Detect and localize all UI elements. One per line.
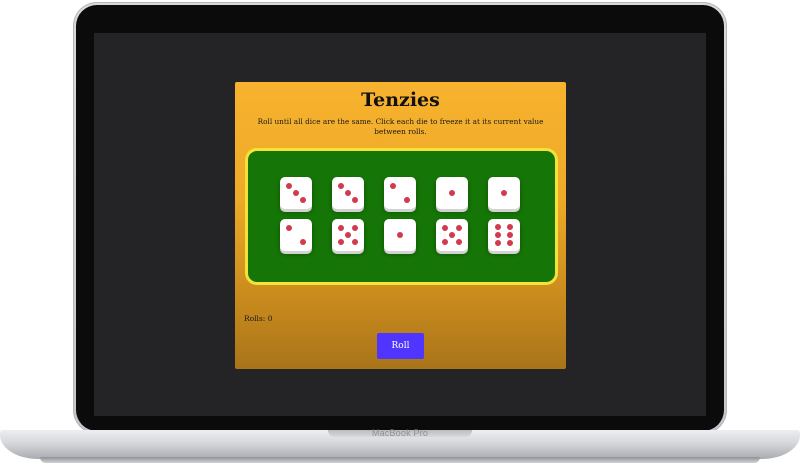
die[interactable] — [332, 177, 364, 209]
laptop-base-edge — [40, 457, 760, 463]
die-pip — [449, 232, 455, 238]
die-pip — [300, 239, 307, 246]
die-pip — [449, 190, 455, 196]
die-pip — [285, 224, 292, 231]
die-pip — [352, 197, 359, 204]
die[interactable] — [280, 177, 312, 209]
rolls-counter: Rolls: 0 — [244, 314, 273, 323]
die[interactable] — [488, 219, 520, 251]
die-pip — [352, 239, 359, 246]
dice-board — [245, 148, 558, 285]
die-pip — [352, 224, 359, 231]
die[interactable] — [488, 177, 520, 209]
die-pip — [397, 232, 403, 238]
roll-button[interactable]: Roll — [377, 333, 424, 359]
die-pip — [456, 224, 463, 231]
die[interactable] — [384, 219, 416, 251]
die-pip — [337, 239, 344, 246]
tenzies-app: Tenzies Roll until all dice are the same… — [235, 82, 566, 369]
die-pip — [456, 239, 463, 246]
die-pip — [494, 224, 501, 230]
die[interactable] — [280, 219, 312, 251]
die-pip — [507, 224, 514, 230]
die[interactable] — [332, 219, 364, 251]
die-pip — [441, 224, 448, 231]
die-pip — [507, 232, 514, 238]
die-pip — [507, 240, 514, 246]
app-title: Tenzies — [361, 89, 440, 111]
die[interactable] — [436, 219, 468, 251]
die-pip — [300, 197, 307, 204]
die-pip — [404, 197, 411, 204]
die[interactable] — [436, 177, 468, 209]
die-pip — [494, 232, 501, 238]
die-pip — [337, 182, 344, 189]
die-pip — [337, 224, 344, 231]
instructions-text: Roll until all dice are the same. Click … — [257, 117, 544, 136]
die-pip — [293, 190, 299, 196]
die-pip — [441, 239, 448, 246]
die-pip — [389, 182, 396, 189]
die-pip — [285, 182, 292, 189]
die-pip — [345, 190, 351, 196]
die-pip — [494, 240, 501, 246]
die-pip — [345, 232, 351, 238]
die-pip — [501, 190, 507, 196]
device-label: MacBook Pro — [371, 428, 429, 438]
die[interactable] — [384, 177, 416, 209]
